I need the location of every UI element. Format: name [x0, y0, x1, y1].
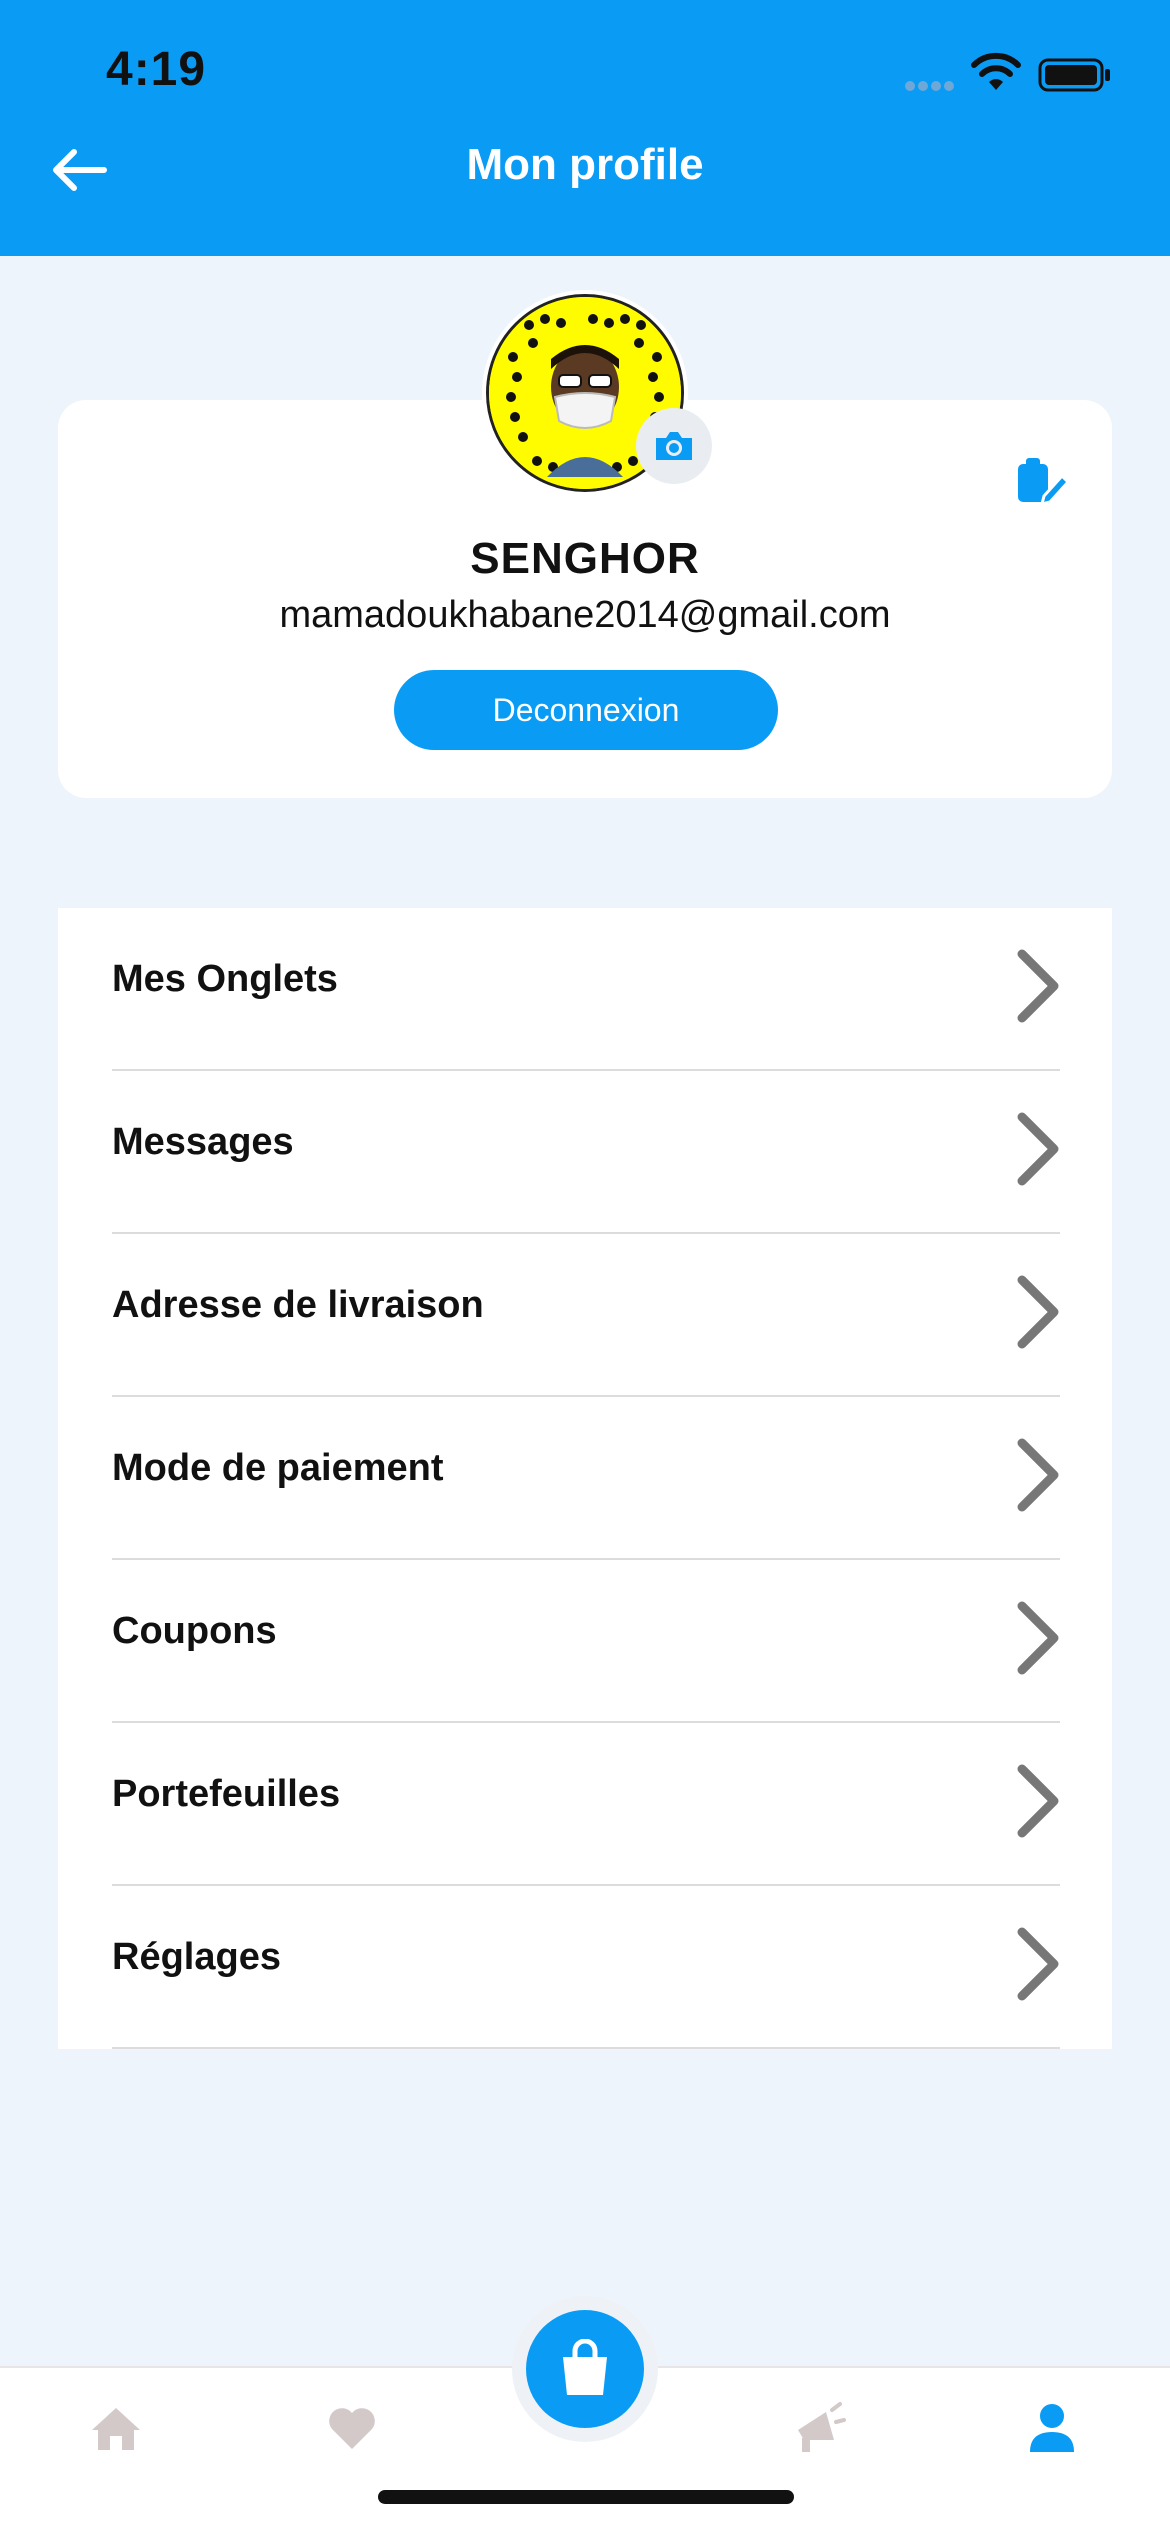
profile-menu: Mes Onglets Messages Adresse de livraiso… — [58, 908, 1112, 2049]
app-header: 4:19 Mon profile — [0, 0, 1170, 256]
chevron-right-icon — [1017, 1927, 1059, 2001]
menu-item-reglages[interactable]: Réglages — [58, 1886, 1112, 2049]
status-time: 4:19 — [106, 43, 207, 96]
status-bar: 4:19 — [0, 0, 1170, 140]
wifi-icon — [971, 52, 1021, 90]
home-indicator — [378, 2490, 794, 2504]
tab-favorites[interactable] — [312, 2388, 392, 2468]
menu-item-label: Messages — [112, 1121, 294, 1163]
user-email: mamadoukhabane2014@gmail.com — [279, 594, 891, 636]
change-photo-button[interactable] — [636, 408, 712, 484]
user-name: SENGHOR — [470, 534, 700, 583]
chevron-right-icon — [1017, 949, 1059, 1023]
shopping-bag-icon — [563, 2339, 607, 2395]
page-title: Mon profile — [466, 140, 704, 189]
menu-item-label: Mes Onglets — [112, 958, 338, 1000]
chevron-right-icon — [1017, 1438, 1059, 1512]
heart-icon — [329, 2408, 375, 2449]
menu-item-messages[interactable]: Messages — [58, 1071, 1112, 1234]
chevron-right-icon — [1017, 1764, 1059, 1838]
battery-icon — [1038, 58, 1110, 92]
menu-item-portefeuilles[interactable]: Portefeuilles — [58, 1723, 1112, 1886]
home-icon — [92, 2408, 140, 2450]
user-icon — [1030, 2404, 1074, 2452]
menu-item-label: Réglages — [112, 1936, 281, 1978]
menu-item-mode-de-paiement[interactable]: Mode de paiement — [58, 1397, 1112, 1560]
menu-item-label: Coupons — [112, 1610, 277, 1652]
chevron-right-icon — [1017, 1112, 1059, 1186]
menu-item-coupons[interactable]: Coupons — [58, 1560, 1112, 1723]
menu-item-label: Adresse de livraison — [112, 1284, 484, 1326]
chevron-right-icon — [1017, 1275, 1059, 1349]
menu-item-label: Mode de paiement — [112, 1447, 444, 1489]
logout-button[interactable]: Deconnexion — [394, 670, 778, 750]
menu-item-adresse-de-livraison[interactable]: Adresse de livraison — [58, 1234, 1112, 1397]
chevron-right-icon — [1017, 1601, 1059, 1675]
tab-promotions[interactable] — [778, 2388, 858, 2468]
edit-profile-icon[interactable] — [1014, 456, 1070, 508]
signal-icon — [905, 81, 954, 91]
menu-item-label: Portefeuilles — [112, 1773, 341, 1815]
menu-item-mes-onglets[interactable]: Mes Onglets — [58, 908, 1112, 1071]
tab-profile[interactable] — [1012, 2388, 1092, 2468]
cart-button[interactable] — [512, 2296, 658, 2442]
megaphone-icon — [798, 2402, 846, 2452]
camera-icon — [656, 432, 692, 460]
tab-home[interactable] — [76, 2388, 156, 2468]
divider — [112, 2047, 1060, 2049]
